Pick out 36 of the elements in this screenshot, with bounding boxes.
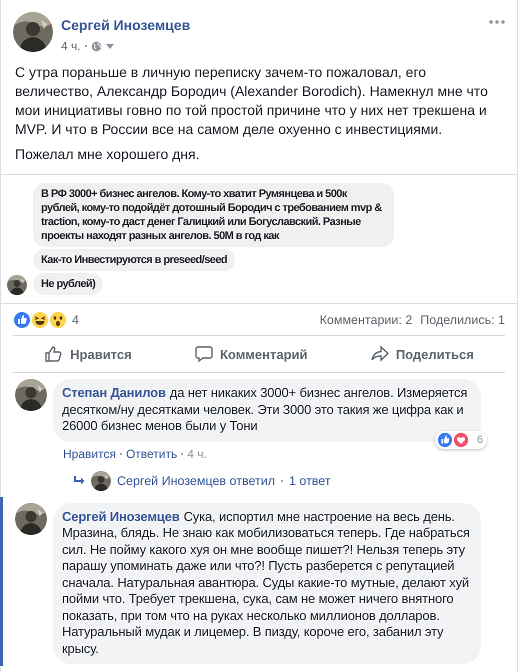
caret-icon[interactable]: [106, 44, 114, 48]
post-text: Пожелал мне хорошего дня.: [15, 145, 200, 164]
laughing-face-icon: [31, 311, 49, 329]
thumbs-up-icon: [44, 344, 64, 364]
more-options-icon[interactable]: [489, 20, 505, 24]
share-arrow-icon: [370, 344, 390, 364]
author-avatar: [13, 12, 53, 52]
reaction-count[interactable]: 4: [72, 313, 79, 327]
comment-link[interactable]: Нравится: [63, 446, 116, 460]
post-text: С утра пораньше в личную переписку зачем-то пожаловал, его величество, Александр Бородич (Alexander Borodich). Намекнул мне что мои инициативы говно по той простой причине что у них нет трекшена и MVP. И что в России все на самом деле охуенно с инвестициями.: [15, 63, 489, 139]
replies-link[interactable]: Сергей Иноземцев ответил: [117, 474, 275, 488]
like-button[interactable]: Нравится: [34, 338, 142, 370]
post-time[interactable]: 4 ч.: [61, 39, 81, 53]
chat-message: Не рублей): [33, 273, 104, 295]
comment-button[interactable]: Комментарий: [184, 338, 318, 370]
like-icon: [13, 311, 31, 329]
like-icon: [436, 432, 453, 448]
commenter-avatar: [15, 379, 47, 411]
comment-link[interactable]: Ответить: [126, 446, 178, 460]
commenter-avatar: [15, 502, 47, 534]
speech-bubble-icon: [194, 344, 214, 364]
reaction-badge[interactable]: 6: [434, 431, 487, 449]
chat-message: В РФ 3000+ бизнес ангелов. Кому-то хватит Румянцева и 500к рублей, кому-то подойдёт дотошный Бородич с требованием mvp & traction, кому-то даст денег Галицкий или Богуславский. Разные проекты находят разных ангелов. 50M в год как: [33, 183, 394, 247]
chat-message: Как-то Инвестируются в preseed/seed: [33, 249, 236, 271]
share-button[interactable]: Поделиться: [360, 338, 484, 370]
comments-count-link[interactable]: Комментарии: 2: [320, 313, 412, 327]
comment-time[interactable]: 4 ч.: [187, 446, 207, 460]
surprised-face-icon: [49, 311, 67, 329]
author-name[interactable]: Сергей Иноземцев: [61, 17, 481, 33]
reply-count-link[interactable]: 1 ответ: [288, 474, 331, 488]
replier-avatar: [91, 470, 111, 490]
reply-arrow-icon: [73, 476, 85, 486]
comment-bubble: Сергей Иноземцев Сука, испортил мне настроение на весь день. Мразина, блядь. Не знаю как мобилизоваться теперь. Где набраться сил. Не пойму какого хуя он мне вообще пишет?! Нельзя теперь эту парашу упоминать даже или что?! Пусть разберется с репутацией сначала. Натуральная авантюра. Суды какие-то мутные, делают хуй пойми что. Требует трекшена, сука, сам не может ничего внятного показать, при том что на руках несколько миллионов долларов. Натуральный мудак и лицемер. В пизду, короче его, забанил эту крысу.: [53, 502, 481, 664]
globe-icon: [90, 40, 102, 52]
sender-avatar: [7, 275, 27, 295]
shares-count-link[interactable]: Поделились: 1: [420, 313, 505, 327]
